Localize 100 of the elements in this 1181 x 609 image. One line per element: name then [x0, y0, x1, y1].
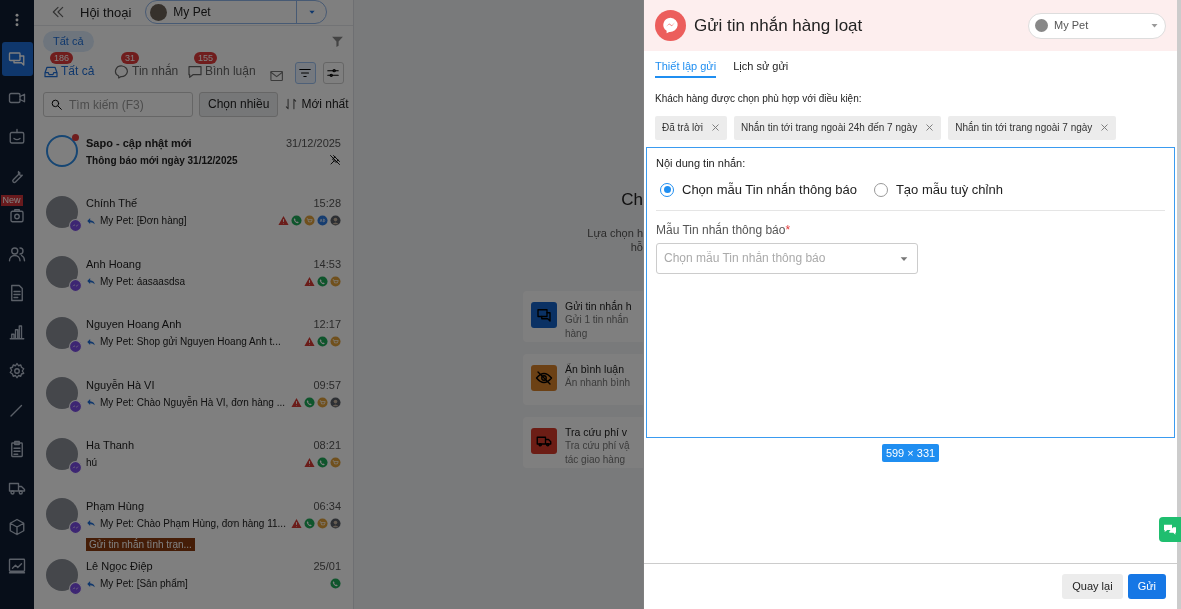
conversation-item[interactable]: Anh Hoang 14:53 My Pet: áasaasdsa	[34, 246, 353, 307]
inbox-tab[interactable]: Tất cả 186	[43, 51, 112, 84]
chat-widget-button[interactable]	[1159, 517, 1181, 542]
message-preview: hú	[86, 456, 98, 470]
document-icon	[8, 284, 26, 302]
messenger-icon	[69, 339, 82, 353]
conversation-item[interactable]: Sapo - cập nhật mới 31/12/2025 Thông báo mới ngày 31/12/2025	[34, 125, 353, 186]
settings-button[interactable]	[322, 61, 344, 84]
card-title: Tra cứu phí v	[565, 424, 629, 439]
filter-icon[interactable]	[331, 35, 344, 48]
cart-icon	[330, 457, 341, 468]
filter-lines-button[interactable]	[294, 61, 316, 84]
message-preview: My Pet: áasaasdsa	[100, 274, 186, 289]
card-text: Gửi 1 tin nhắn	[565, 312, 630, 327]
count-badge: 31	[121, 51, 139, 64]
feature-card[interactable]: Tra cứu phí v Tra cứu phí vậ tác giao hàng	[523, 416, 643, 468]
avatar-photo	[46, 437, 78, 470]
inbox-tab[interactable]: Bình luận 155	[186, 51, 266, 84]
sidebar-item[interactable]: New	[1, 198, 33, 232]
bar-chart-icon	[8, 323, 26, 341]
message-time: 14:53	[313, 256, 341, 272]
avatar-icon	[150, 3, 168, 21]
message-time: 31/12/2025	[285, 135, 341, 151]
contact-name: Nguyen Hoang Anh	[86, 317, 182, 333]
message-time: 09:57	[313, 377, 341, 393]
conversation-item[interactable]: Chính Thế 15:28 My Pet: [Đơn hàng]	[34, 185, 353, 246]
radio-option[interactable]: Chọn mẫu Tin nhắn thông báo	[660, 180, 857, 200]
close-icon[interactable]	[1100, 123, 1110, 132]
condition-chip: Nhắn tin tới trang ngoài 7 ngày	[948, 115, 1117, 140]
comment-icon	[186, 63, 203, 80]
message-time: 25/01	[313, 559, 341, 575]
close-icon[interactable]	[711, 123, 720, 132]
welcome-text: Lựa chọn h	[587, 225, 643, 240]
close-icon[interactable]	[925, 123, 935, 132]
message-preview: My Pet: [Đơn hàng]	[100, 214, 187, 228]
template-select[interactable]: Chọn mẫu Tin nhắn thông báo	[656, 242, 918, 274]
ads-icon	[317, 215, 328, 226]
conversation-item[interactable]: Nguyen Hoang Anh 12:17 My Pet: Shop gửi Nguyen Hoang Anh t...	[34, 306, 353, 367]
messenger-icon	[69, 400, 82, 413]
sort-button[interactable]: Mới nhất	[284, 95, 349, 114]
drawer-tab[interactable]: Thiết lập gửi	[655, 58, 717, 78]
phone-icon	[317, 275, 328, 287]
message-preview: My Pet: Shop gửi Nguyen Hoang Anh t...	[100, 335, 281, 349]
sort-icon	[284, 97, 299, 112]
sidebar-item[interactable]	[1, 42, 33, 76]
contact-name: Lê Ngọc Điệp	[86, 559, 153, 575]
cart-icon	[317, 396, 328, 408]
condition-chip: Nhắn tin tới trang ngoài 24h đến 7 ngày	[734, 115, 942, 140]
feature-card[interactable]: Ẩn bình luận Ẩn nhanh bình	[523, 353, 643, 405]
contact-name: Nguyễn Hà VI	[86, 377, 155, 393]
cart-icon	[304, 215, 315, 226]
avatar-photo	[46, 256, 78, 288]
send-button[interactable]: Gửi	[1127, 574, 1166, 599]
field-label: Mẫu Tin nhắn thông báo*	[656, 221, 792, 239]
conversation-item[interactable]: Phạm Hùng 06:34 My Pet: Chào Phạm Hùng, đơn hàng 11... Gửi tin nhắn tình trạn...	[34, 488, 353, 549]
drawer-tab[interactable]: Lịch sử gửi	[733, 58, 789, 78]
messenger-icon	[69, 581, 82, 595]
select-multiple-button[interactable]: Chọn nhiều	[199, 91, 279, 117]
back-button[interactable]: Quay lại	[1062, 574, 1123, 599]
warning-icon	[291, 396, 302, 408]
contact-name: Phạm Hùng	[86, 498, 145, 514]
welcome-heading: Ch	[621, 189, 643, 211]
avatar-photo	[46, 377, 78, 409]
card-title: Gửi tin nhắn h	[565, 298, 632, 313]
person-icon	[330, 215, 341, 226]
inbox-tab[interactable]: Tin nhắn 31	[114, 51, 185, 84]
new-badge: New	[0, 195, 23, 206]
radio-option[interactable]: Tạo mẫu tuỳ chỉnh	[873, 180, 1003, 200]
reply-icon	[86, 397, 96, 407]
messenger-icon	[69, 521, 82, 534]
shopping-bag-icon	[8, 206, 26, 224]
panel-title: Hội thoại	[80, 3, 132, 22]
messenger-icon	[114, 63, 130, 80]
warning-icon	[304, 336, 315, 347]
message-time: 12:17	[313, 317, 341, 333]
section-label: Nội dung tin nhắn:	[656, 155, 747, 171]
avatar-photo	[46, 316, 78, 349]
contact-name: Sapo - cập nhật mới	[86, 135, 192, 152]
caret-icon	[1150, 21, 1159, 30]
page-select[interactable]: My Pet	[1028, 12, 1166, 39]
person-icon	[330, 396, 341, 408]
card-text: tác giao hàng	[565, 452, 627, 467]
card-text: Ẩn nhanh bình	[565, 375, 631, 390]
count-badge: 155	[193, 51, 217, 64]
chart-screen-icon	[8, 557, 26, 575]
feature-card[interactable]: Gửi tin nhắn h Gửi 1 tin nhắn hàng	[523, 290, 643, 342]
filter-chip[interactable]: Tất cả	[43, 31, 94, 52]
phone-icon	[317, 336, 328, 347]
conversation-item[interactable]: Ha Thanh 08:21 hú	[34, 427, 353, 488]
conversation-item[interactable]: Nguyễn Hà VI 09:57 My Pet: Chào Nguyễn Hà VI, đơn hàng ...	[34, 367, 353, 428]
message-time: 08:21	[313, 438, 341, 454]
avatar-photo	[46, 195, 78, 228]
phone-icon	[304, 517, 315, 529]
phone-icon	[317, 457, 328, 468]
warning-icon	[291, 517, 302, 529]
unpin-icon[interactable]	[329, 154, 341, 166]
contact-name: Chính Thế	[86, 196, 138, 212]
message-time: 06:34	[313, 498, 341, 514]
message-preview: My Pet: Chào Nguyễn Hà VI, đơn hàng ...	[100, 395, 285, 410]
contact-name: Ha Thanh	[86, 438, 135, 454]
